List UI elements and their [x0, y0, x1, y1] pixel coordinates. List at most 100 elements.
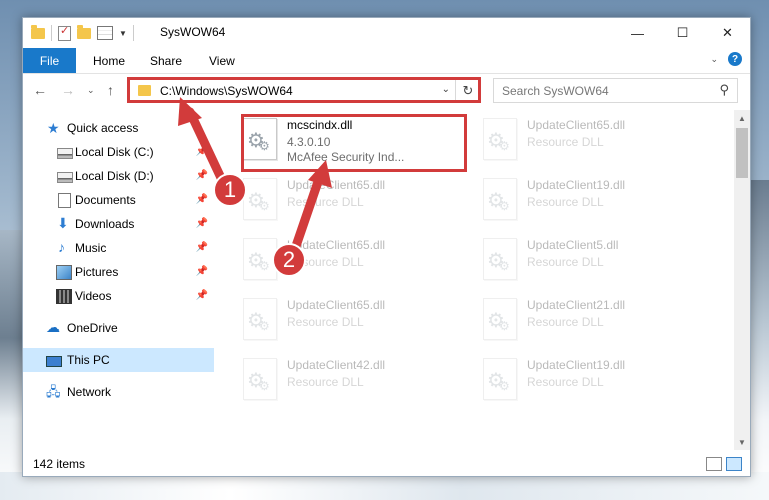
pin-icon[interactable]: 📌	[196, 146, 208, 157]
sidebar-item-label: Documents	[75, 193, 136, 207]
sidebar-item-downloads[interactable]: ⬇ Downloads 📌	[23, 212, 214, 236]
sidebar-item-label: Local Disk (C:)	[75, 145, 154, 159]
file-item[interactable]: UpdateClient5.dll Resource DLL	[471, 232, 696, 287]
sidebar-item-local-disk-c[interactable]: Local Disk (C:) 📌	[23, 140, 214, 164]
view-toggle	[706, 457, 742, 471]
tab-view[interactable]: View	[209, 54, 235, 68]
details-view-icon[interactable]	[706, 457, 722, 471]
dll-file-icon	[483, 298, 517, 340]
window-title: SysWOW64	[160, 25, 226, 39]
sidebar-item-pictures[interactable]: Pictures 📌	[23, 260, 214, 284]
sidebar-item-label: This PC	[67, 353, 110, 367]
quick-access-toolbar: ▼	[31, 24, 134, 41]
window-controls: — ☐ ✕	[615, 18, 750, 48]
new-folder-icon[interactable]	[77, 24, 91, 39]
scrollbar-thumb[interactable]	[736, 128, 748, 178]
dll-file-icon	[243, 298, 277, 340]
file-name: UpdateClient5.dll	[527, 238, 619, 252]
sidebar-item-documents[interactable]: Documents 📌	[23, 188, 214, 212]
status-bar: 142 items	[23, 452, 750, 476]
view-options-icon[interactable]	[97, 26, 113, 40]
up-arrow-icon[interactable]: ↑	[107, 82, 114, 98]
help-icon[interactable]: ?	[728, 52, 742, 66]
pin-icon[interactable]: 📌	[196, 242, 208, 253]
pin-icon[interactable]: 📌	[196, 266, 208, 277]
sidebar-item-network[interactable]: 🖧 Network	[23, 380, 214, 404]
network-icon: 🖧	[46, 384, 61, 399]
file-item[interactable]: UpdateClient65.dll Resource DLL	[231, 292, 456, 347]
file-name: UpdateClient65.dll	[287, 298, 386, 312]
chevron-down-icon[interactable]: ▼	[119, 29, 127, 38]
sidebar-item-local-disk-d[interactable]: Local Disk (D:) 📌	[23, 164, 214, 188]
documents-icon	[58, 193, 71, 208]
tab-file[interactable]: File	[23, 48, 76, 73]
sidebar-item-label: Music	[75, 241, 107, 255]
minimize-button[interactable]: —	[615, 18, 660, 48]
sidebar-item-music[interactable]: ♪ Music 📌	[23, 236, 214, 260]
sidebar-item-videos[interactable]: Videos 📌	[23, 284, 214, 308]
file-item[interactable]: UpdateClient19.dll Resource DLL	[471, 172, 696, 227]
dll-file-icon	[243, 178, 277, 220]
file-name: UpdateClient65.dll	[527, 118, 626, 132]
title-bar: ▼ SysWOW64 — ☐ ✕	[23, 18, 750, 48]
videos-icon	[56, 289, 72, 304]
forward-arrow-icon[interactable]: →	[61, 82, 75, 98]
toolbar-divider	[132, 25, 134, 41]
file-item[interactable]: UpdateClient65.dll Resource DLL	[471, 112, 696, 167]
scroll-up-icon[interactable]: ▲	[734, 110, 750, 126]
sidebar-item-label: Pictures	[75, 265, 119, 279]
file-name: UpdateClient21.dll	[527, 298, 626, 312]
back-arrow-icon[interactable]: ←	[33, 82, 47, 98]
sidebar-item-this-pc[interactable]: This PC	[23, 348, 214, 372]
sidebar-item-label: Local Disk (D:)	[75, 169, 154, 183]
sidebar-item-label: Videos	[75, 289, 112, 303]
vertical-scrollbar[interactable]: ▲ ▼	[734, 110, 750, 450]
toolbar-divider	[51, 25, 52, 41]
sidebar-item-label: OneDrive	[67, 321, 118, 335]
file-item[interactable]: UpdateClient19.dll Resource DLL	[471, 352, 696, 407]
search-input[interactable]: Search SysWOW64	[502, 84, 609, 98]
recent-locations-icon[interactable]: ⌄	[87, 85, 95, 96]
navigation-pane: ★ Quick access Local Disk (C:) 📌 Local D…	[23, 114, 214, 444]
file-item[interactable]: UpdateClient21.dll Resource DLL	[471, 292, 696, 347]
pin-icon[interactable]: 📌	[196, 170, 208, 181]
scroll-down-icon[interactable]: ▼	[734, 434, 750, 450]
ribbon-right-controls: ⌄ ?	[710, 52, 742, 66]
search-box[interactable]: Search SysWOW64 ⚲	[493, 78, 738, 103]
file-item[interactable]: UpdateClient65.dll Resource DLL	[231, 232, 456, 287]
sidebar-item-onedrive[interactable]: ☁ OneDrive	[23, 316, 214, 340]
file-description: Resource DLL	[527, 315, 604, 329]
music-icon: ♪	[58, 239, 65, 255]
file-description: Resource DLL	[287, 195, 364, 209]
tab-share[interactable]: Share	[150, 54, 182, 68]
tab-home[interactable]: Home	[93, 54, 125, 68]
dll-file-icon	[243, 358, 277, 400]
tiles-view-icon[interactable]	[726, 457, 742, 471]
expand-ribbon-icon[interactable]: ⌄	[710, 54, 718, 65]
drive-icon	[57, 148, 73, 159]
pin-icon[interactable]: 📌	[196, 194, 208, 205]
dll-file-icon	[483, 358, 517, 400]
computer-icon	[46, 356, 62, 367]
file-description: Resource DLL	[527, 135, 604, 149]
close-button[interactable]: ✕	[705, 18, 750, 48]
file-item[interactable]: UpdateClient65.dll Resource DLL	[231, 172, 456, 227]
pin-icon[interactable]: 📌	[196, 218, 208, 229]
download-icon: ⬇	[57, 215, 69, 231]
file-highlight	[241, 114, 467, 172]
ribbon-tabs: File Home Share View ⌄ ?	[23, 48, 750, 74]
file-name: UpdateClient65.dll	[287, 178, 386, 192]
sidebar-item-label: Network	[67, 385, 112, 399]
file-name: UpdateClient19.dll	[527, 358, 626, 372]
file-name: UpdateClient42.dll	[287, 358, 386, 372]
pin-icon[interactable]: 📌	[196, 290, 208, 301]
sidebar-item-quick-access[interactable]: ★ Quick access	[23, 116, 214, 140]
file-description: Resource DLL	[527, 375, 604, 389]
maximize-button[interactable]: ☐	[660, 18, 705, 48]
search-icon[interactable]: ⚲	[719, 82, 729, 98]
sidebar-item-label: Quick access	[67, 121, 139, 135]
item-count: 142 items	[33, 457, 86, 471]
file-item[interactable]: UpdateClient42.dll Resource DLL	[231, 352, 456, 407]
properties-icon[interactable]	[58, 24, 71, 41]
file-description: Resource DLL	[287, 315, 364, 329]
